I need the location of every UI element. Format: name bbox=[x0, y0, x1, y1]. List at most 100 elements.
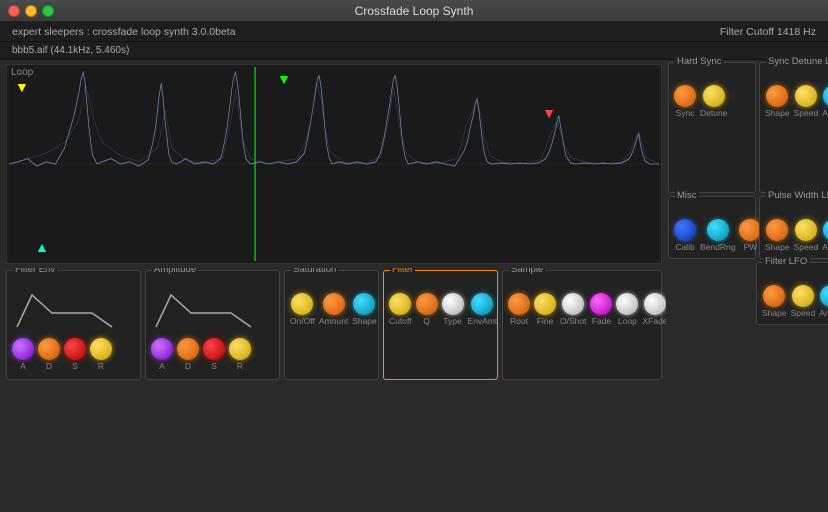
sample-fine-knob[interactable] bbox=[534, 293, 556, 315]
info-bar: expert sleepers : crossfade loop synth 3… bbox=[0, 22, 828, 42]
maximize-button[interactable] bbox=[42, 5, 54, 17]
filter-type-label: Type bbox=[443, 316, 461, 326]
sdlfo-amrnt-label: Amrnt bbox=[822, 108, 828, 118]
amp-A-knob[interactable] bbox=[151, 338, 173, 360]
amp-R-knob[interactable] bbox=[229, 338, 251, 360]
title-bar: Crossfade Loop Synth bbox=[0, 0, 828, 22]
sample-oshot-item[interactable]: O/Shot bbox=[560, 293, 586, 326]
app-info: expert sleepers : crossfade loop synth 3… bbox=[12, 26, 236, 38]
filter-envamt-label: EnvAmt bbox=[468, 316, 498, 326]
filter-info: Filter Cutoff 1418 Hz bbox=[720, 26, 816, 38]
amp-S-knob[interactable] bbox=[203, 338, 225, 360]
pw-lfo-panel: Pulse Width LFO Shape Speed Amrnt bbox=[759, 196, 828, 259]
misc-label: Misc bbox=[675, 190, 699, 201]
sample-loop-label: Loop bbox=[618, 316, 637, 326]
sample-fine-label: Fine bbox=[537, 316, 554, 326]
loop-label: Loop bbox=[11, 67, 33, 78]
filter-q-item[interactable]: Q bbox=[416, 293, 438, 326]
amp-R-item[interactable]: R bbox=[229, 338, 251, 371]
sample-fade-knob[interactable] bbox=[590, 293, 612, 315]
filter-envamt-knob[interactable] bbox=[471, 293, 493, 315]
sample-oshot-label: O/Shot bbox=[560, 316, 586, 326]
filter-env-D-knob[interactable] bbox=[38, 338, 60, 360]
sample-root-item[interactable]: Root bbox=[508, 293, 530, 326]
filter-env-A-label: A bbox=[20, 361, 26, 371]
flfo-amrnt-knob[interactable] bbox=[820, 285, 828, 307]
pwlfo-shape-knob[interactable] bbox=[766, 219, 788, 241]
sample-loop-knob[interactable] bbox=[616, 293, 638, 315]
sample-knobs: Root Fine O/Shot Fade bbox=[508, 285, 656, 328]
sample-loop-item[interactable]: Loop bbox=[616, 293, 638, 326]
filter-cutoff-item[interactable]: Cutoff bbox=[389, 293, 412, 326]
sample-root-label: Root bbox=[510, 316, 528, 326]
sdlfo-speed-knob[interactable] bbox=[795, 85, 817, 107]
sync-label: Sync bbox=[676, 108, 695, 118]
filter-q-knob[interactable] bbox=[416, 293, 438, 315]
filter-knobs: Cutoff Q Type EnvAmt bbox=[389, 285, 492, 328]
pw-lfo-label: Pulse Width LFO bbox=[766, 190, 828, 201]
window-title: Crossfade Loop Synth bbox=[355, 4, 474, 18]
sync-knob-item[interactable]: Sync bbox=[674, 85, 696, 118]
filter-cutoff-knob[interactable] bbox=[389, 293, 411, 315]
filter-env-S-knob[interactable] bbox=[64, 338, 86, 360]
amp-S-label: S bbox=[211, 361, 217, 371]
knob-R-item[interactable]: R bbox=[90, 338, 112, 371]
misc-calib-label: Calib bbox=[675, 242, 694, 252]
pwlfo-amrnt-label: Amrnt bbox=[822, 242, 828, 252]
amp-R-label: R bbox=[237, 361, 243, 371]
filter-type-item[interactable]: Type bbox=[442, 293, 464, 326]
sample-oshot-knob[interactable] bbox=[562, 293, 584, 315]
sat-onoff-knob[interactable] bbox=[291, 293, 313, 315]
knob-D-item[interactable]: D bbox=[38, 338, 60, 371]
main-area: Loop ▼ ▼ ▼ ▲ Filter Env bbox=[0, 60, 828, 512]
flfo-speed-knob[interactable] bbox=[792, 285, 814, 307]
hard-sync-knobs: Sync Detune bbox=[674, 77, 750, 120]
minimize-button[interactable] bbox=[25, 5, 37, 17]
filter-panel: Filter Cutoff Q Type bbox=[383, 270, 498, 380]
detune-knob-item[interactable]: Detune bbox=[700, 85, 727, 118]
sat-amount-item[interactable]: Amount bbox=[319, 293, 348, 326]
knob-S-item[interactable]: S bbox=[64, 338, 86, 371]
sync-knob[interactable] bbox=[674, 85, 696, 107]
pwlfo-shape-label: Shape bbox=[765, 242, 790, 252]
sdlfo-shape-knob[interactable] bbox=[766, 85, 788, 107]
amp-A-item[interactable]: A bbox=[151, 338, 173, 371]
sync-detune-lfo-panel: Sync Detune LFO Shape Speed Amrnt bbox=[759, 62, 828, 193]
filter-env-label: Filter Env bbox=[13, 268, 57, 275]
close-button[interactable] bbox=[8, 5, 20, 17]
filter-env-display bbox=[12, 285, 132, 333]
detune-knob[interactable] bbox=[703, 85, 725, 107]
filter-type-knob[interactable] bbox=[442, 293, 464, 315]
filter-env-knobs: A D S R bbox=[12, 336, 135, 373]
flfo-shape-label: Shape bbox=[762, 308, 787, 318]
marker-yellow: ▼ bbox=[15, 79, 29, 95]
sat-amount-knob[interactable] bbox=[323, 293, 345, 315]
sample-root-knob[interactable] bbox=[508, 293, 530, 315]
window-controls[interactable] bbox=[8, 5, 54, 17]
filter-env-A-knob[interactable] bbox=[12, 338, 34, 360]
filter-envamt-item[interactable]: EnvAmt bbox=[468, 293, 498, 326]
amp-S-item[interactable]: S bbox=[203, 338, 225, 371]
waveform-section[interactable]: Loop ▼ ▼ ▼ ▲ bbox=[6, 64, 662, 264]
misc-calib-knob[interactable] bbox=[674, 219, 696, 241]
knob-A-item[interactable]: A bbox=[12, 338, 34, 371]
sample-xfade-knob[interactable] bbox=[644, 293, 666, 315]
amp-D-knob[interactable] bbox=[177, 338, 199, 360]
sat-shape-item[interactable]: Shape bbox=[352, 293, 377, 326]
sample-fade-item[interactable]: Fade bbox=[590, 293, 612, 326]
misc-bendrng-knob[interactable] bbox=[707, 219, 729, 241]
filter-env-R-knob[interactable] bbox=[90, 338, 112, 360]
filter-lfo-knobs: Shape Speed Amrnt Invt bbox=[762, 277, 828, 320]
sat-shape-knob[interactable] bbox=[353, 293, 375, 315]
amp-D-item[interactable]: D bbox=[177, 338, 199, 371]
sample-fine-item[interactable]: Fine bbox=[534, 293, 556, 326]
sat-onoff-item[interactable]: On/Off bbox=[290, 293, 315, 326]
pwlfo-amrnt-knob[interactable] bbox=[823, 219, 828, 241]
saturation-knobs: On/Off Amount Shape bbox=[290, 285, 373, 328]
marker-green: ▼ bbox=[277, 71, 291, 87]
pwlfo-speed-knob[interactable] bbox=[795, 219, 817, 241]
sdlfo-amrnt-knob[interactable] bbox=[823, 85, 828, 107]
sample-xfade-item[interactable]: XFade bbox=[642, 293, 666, 326]
filter-env-panel: Filter Env A D S bbox=[6, 270, 141, 380]
flfo-shape-knob[interactable] bbox=[763, 285, 785, 307]
